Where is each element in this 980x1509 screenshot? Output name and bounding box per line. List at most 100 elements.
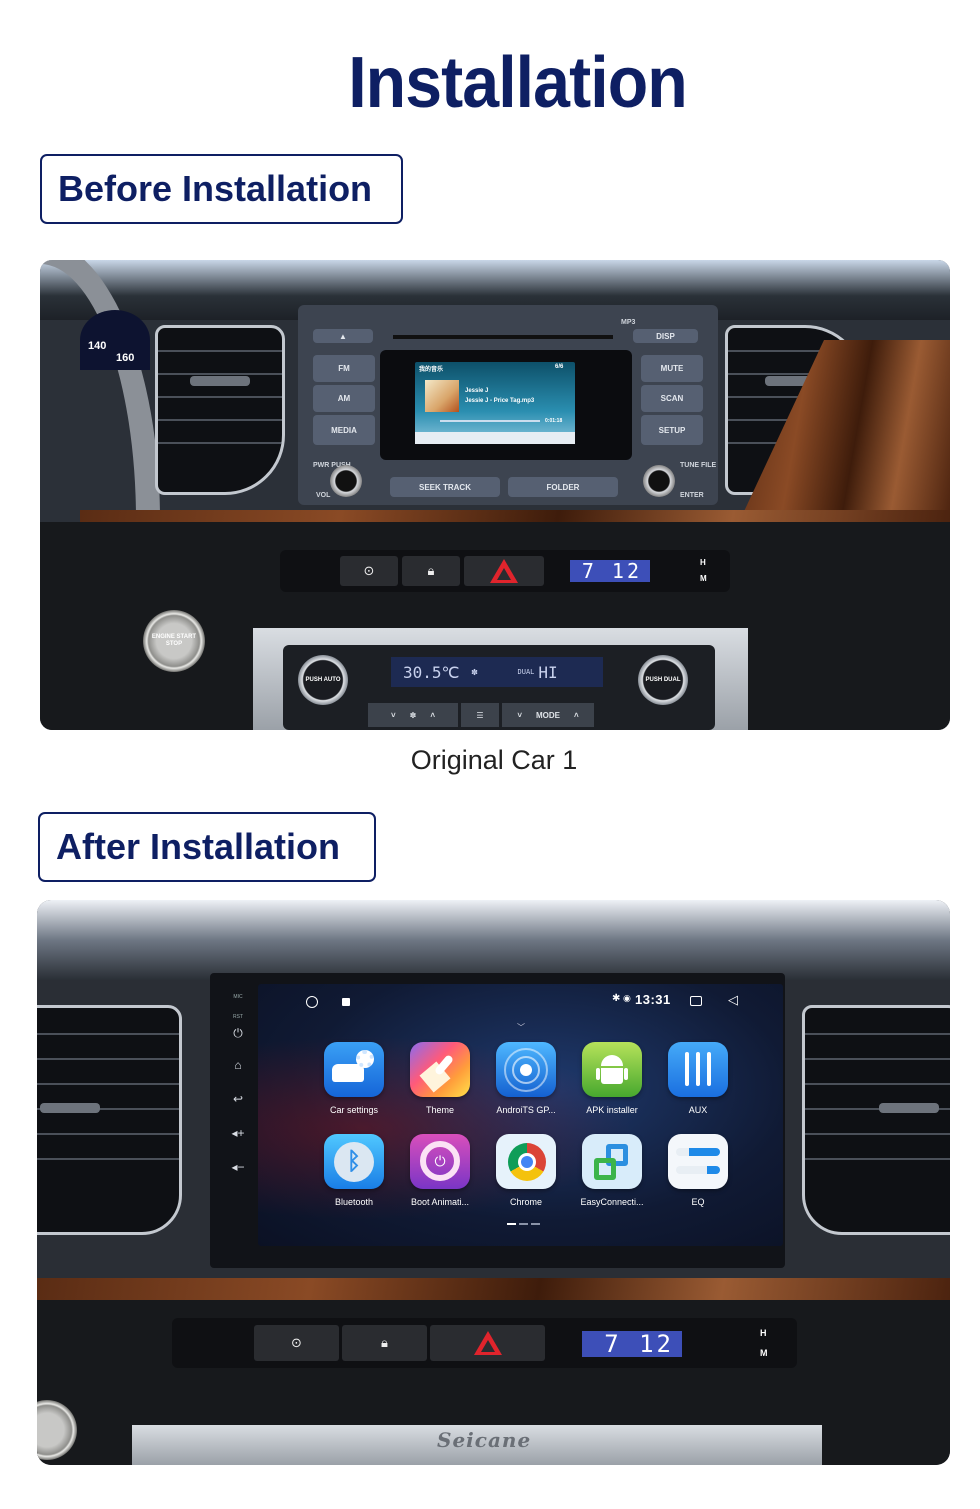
mode-button[interactable]: ˅ MODE ˄	[502, 703, 594, 727]
page-dot-3[interactable]	[531, 1223, 540, 1225]
mute-button[interactable]: MUTE	[641, 355, 703, 382]
lock-button[interactable]: 🔒︎	[402, 556, 460, 586]
head-unit-side-buttons: MIC RST ⏻ ⌂ ↩ ◂+ ◂−	[225, 984, 251, 1246]
eq-sliders-icon	[668, 1134, 728, 1189]
android-icon	[582, 1042, 642, 1097]
clock-display: 7 12	[570, 559, 650, 583]
volume-down-icon[interactable]: ◂−	[225, 1160, 251, 1174]
app-theme[interactable]: Theme	[397, 1042, 483, 1115]
head-unit-screen: ✱ ◉ 13:31 ◁ ﹀ Car settings Theme AndroiT…	[258, 984, 783, 1246]
home-circle-icon[interactable]	[306, 996, 318, 1008]
speedometer: 140 160	[80, 310, 150, 370]
wood-strip	[37, 1278, 950, 1300]
media-button[interactable]: MEDIA	[313, 415, 375, 445]
car-settings-icon	[324, 1042, 384, 1097]
fan-icon: ✽	[471, 666, 478, 678]
gallery-icon[interactable]	[342, 998, 350, 1006]
hour-button[interactable]: H	[700, 558, 706, 567]
volume-up-icon[interactable]: ◂+	[225, 1126, 251, 1140]
wood-strip	[80, 510, 950, 522]
app-easyconnection[interactable]: EasyConnecti...	[569, 1134, 655, 1207]
radio-screen: 我的音乐 6/6 Jessie J Jessie J - Price Tag.m…	[415, 362, 575, 444]
left-temp-dial[interactable]: PUSH AUTO	[298, 655, 348, 705]
gps-radar-icon	[496, 1042, 556, 1097]
app-boot-animation[interactable]: ⏻ Boot Animati...	[397, 1134, 483, 1207]
minute-button[interactable]: M	[760, 1348, 768, 1358]
bluetooth-icon: ✱	[612, 993, 621, 1004]
cd-slot	[393, 335, 613, 339]
page-dot-2[interactable]	[519, 1223, 528, 1225]
app-apk-installer[interactable]: APK installer	[569, 1042, 655, 1115]
hour-button[interactable]: H	[760, 1328, 767, 1338]
page-dot-1[interactable]	[507, 1223, 516, 1225]
bluetooth-app-icon: ᛒ	[324, 1134, 384, 1189]
before-installation-label: Before Installation	[40, 154, 403, 224]
fm-button[interactable]: FM	[313, 355, 375, 382]
watermark: Seicane	[437, 1428, 532, 1452]
switch-panel: ⊙ 🔒︎ 7 12 H M	[172, 1318, 797, 1368]
folder-button[interactable]: FOLDER	[508, 477, 618, 497]
status-bar: ✱ ◉ 13:31 ◁	[258, 984, 783, 1020]
after-installation-label: After Installation	[38, 812, 376, 882]
tune-knob[interactable]	[643, 465, 675, 497]
location-icon: ◉	[623, 993, 631, 1003]
hazard-icon	[490, 559, 518, 583]
aux-jack-icon	[668, 1042, 728, 1097]
hazard-button[interactable]	[464, 556, 544, 586]
app-eq[interactable]: EQ	[655, 1134, 741, 1207]
screen-softkeys	[415, 432, 575, 444]
unlock-button[interactable]: ⊙	[340, 556, 398, 586]
engine-start-button[interactable]: ENGINE START STOP	[143, 610, 205, 672]
rear-vent-button[interactable]: ☰	[461, 703, 499, 727]
app-car-settings[interactable]: Car settings	[311, 1042, 397, 1115]
app-bluetooth[interactable]: ᛒ Bluetooth	[311, 1134, 397, 1207]
track-progress	[440, 420, 540, 422]
app-androits-gps[interactable]: AndroiTS GP...	[483, 1042, 569, 1115]
fan-speed-button[interactable]: ˅ ✽ ˄	[368, 703, 458, 727]
after-installation-photo: MIC RST ⏻ ⌂ ↩ ◂+ ◂− ✱ ◉ 13:31 ◁ ﹀ Car se…	[37, 900, 950, 1465]
radio-screen-bezel: 我的音乐 6/6 Jessie J Jessie J - Price Tag.m…	[380, 350, 632, 460]
left-air-vent	[155, 325, 285, 495]
clock-display: 7 12	[582, 1330, 682, 1358]
home-icon[interactable]: ⌂	[225, 1058, 251, 1072]
reset-button[interactable]: RST	[225, 1014, 251, 1020]
hazard-icon	[473, 1331, 502, 1355]
lock-button[interactable]: 🔒︎	[342, 1325, 427, 1361]
scan-button[interactable]: SCAN	[641, 385, 703, 412]
album-art	[425, 380, 459, 412]
page-title: Installation	[348, 43, 688, 123]
disp-button[interactable]: DISP	[633, 329, 698, 343]
app-chrome[interactable]: Chrome	[483, 1134, 569, 1207]
climate-panel: PUSH AUTO 30.5℃ ✽ DUAL HI PUSH DUAL ˅ ✽ ˄ …	[283, 645, 715, 730]
status-time: 13:31	[635, 992, 671, 1007]
climate-display: 30.5℃ ✽ DUAL HI	[391, 657, 603, 687]
power-icon: ⏻	[410, 1134, 470, 1189]
volume-knob[interactable]	[330, 465, 362, 497]
seek-track-button[interactable]: SEEK TRACK	[390, 477, 500, 497]
power-icon[interactable]: ⏻	[225, 1026, 251, 1041]
left-air-vent	[37, 1005, 182, 1235]
chrome-icon	[496, 1134, 556, 1189]
recents-icon[interactable]	[690, 996, 702, 1006]
app-aux[interactable]: AUX	[655, 1042, 741, 1115]
dashboard-top	[37, 900, 950, 980]
switch-panel: ⊙ 🔒︎ 7 12 H M	[280, 550, 730, 592]
chevron-down-icon[interactable]: ﹀	[517, 1022, 525, 1033]
factory-radio: ▲ MP3 DISP FM AM MEDIA 我的音乐 6/6 Jessie J…	[298, 305, 718, 505]
minute-button[interactable]: M	[700, 574, 707, 583]
easyconnection-icon	[582, 1134, 642, 1189]
eject-button[interactable]: ▲	[313, 329, 373, 343]
am-button[interactable]: AM	[313, 385, 375, 412]
page-indicator	[507, 1223, 540, 1225]
before-installation-photo: 140 160 ▲ MP3 DISP FM AM MEDIA 我的音乐 6/6 …	[40, 260, 950, 730]
back-icon[interactable]: ↩	[225, 1092, 251, 1106]
unlock-button[interactable]: ⊙	[254, 1325, 339, 1361]
before-caption: Original Car 1	[410, 745, 578, 775]
hazard-button[interactable]	[430, 1325, 545, 1361]
setup-button[interactable]: SETUP	[641, 415, 703, 445]
mic-label: MIC	[233, 994, 243, 1000]
right-air-vent	[802, 1005, 950, 1235]
right-temp-dial[interactable]: PUSH DUAL	[638, 655, 688, 705]
theme-brush-icon	[410, 1042, 470, 1097]
nav-back-icon[interactable]: ◁	[728, 992, 738, 1008]
